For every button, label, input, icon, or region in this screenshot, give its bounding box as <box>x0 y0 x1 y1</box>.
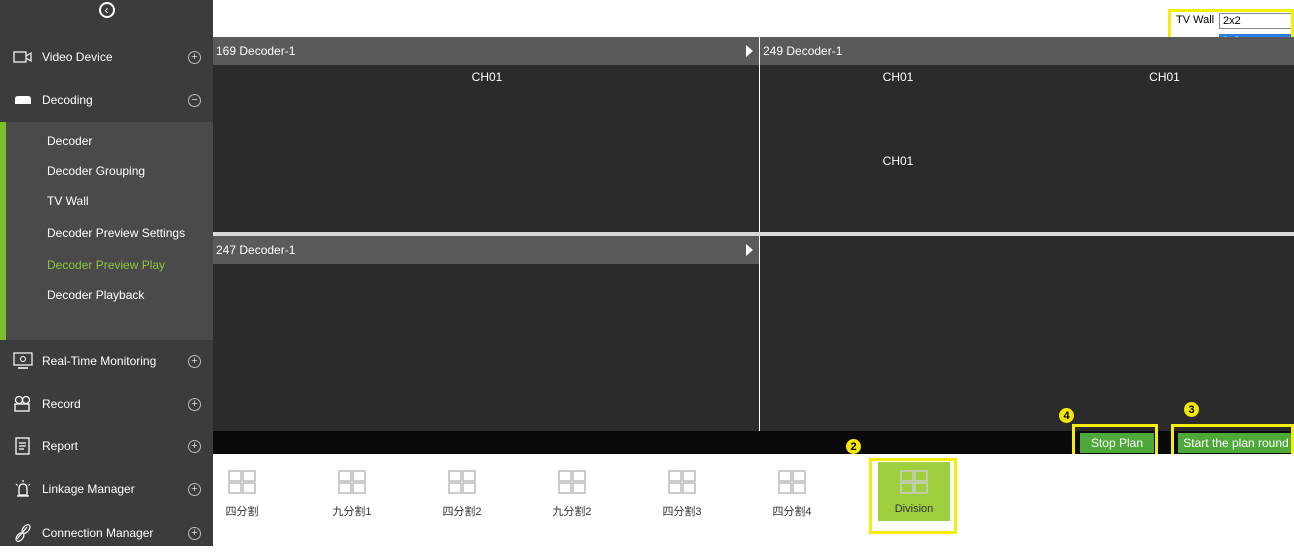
decoding-submenu: Decoder Decoder Grouping TV Wall Decoder… <box>0 122 213 340</box>
collapse-sidebar-button[interactable]: ‹ <box>0 0 213 36</box>
submenu-decoder-preview-play[interactable]: Decoder Preview Play <box>47 258 165 272</box>
decoder-icon <box>12 89 34 111</box>
top-bar <box>213 0 1294 36</box>
video-cell[interactable]: CH01 <box>763 67 1033 149</box>
submenu-decoder-preview-settings[interactable]: Decoder Preview Settings <box>47 226 185 240</box>
nav-decoding[interactable]: Decoding − <box>0 81 213 119</box>
panel-title: 247 Decoder-1 <box>216 243 296 257</box>
split-mode-four-3[interactable]: 四分割3 <box>647 468 717 519</box>
expand-icon[interactable]: + <box>188 50 201 64</box>
play-arrow-icon[interactable] <box>746 45 753 57</box>
nav-connection-manager[interactable]: Connection Manager + <box>0 514 213 552</box>
mode-label: 四分割4 <box>772 506 812 518</box>
nav-label: Linkage Manager <box>42 482 135 496</box>
play-arrow-icon[interactable] <box>746 244 753 256</box>
camera-icon <box>12 46 34 68</box>
highlight-box-2 <box>869 458 957 534</box>
submenu-decoder-grouping[interactable]: Decoder Grouping <box>47 164 145 178</box>
video-cell[interactable] <box>216 348 486 431</box>
channel-label: CH01 <box>882 154 914 168</box>
monitor-icon <box>12 350 34 372</box>
mode-label: 四分割2 <box>442 506 482 518</box>
split-mode-four-1[interactable]: 四分割 <box>207 468 277 519</box>
decoder-panel-169: 169 Decoder-1 CH01 <box>213 37 759 232</box>
decoder-panel-249: 249 Decoder-1 CH01 CH01 CH01 <box>760 37 1294 232</box>
grid-icon <box>558 470 586 494</box>
split-mode-tray: 四分割 九分割1 四分割2 九分割2 四分割3 四分割4 Division <box>213 454 1294 546</box>
nav-label: Real-Time Monitoring <box>42 354 157 368</box>
grid-icon <box>668 470 696 494</box>
grid-icon <box>778 470 806 494</box>
panel-header: 247 Decoder-1 <box>213 236 759 264</box>
video-cell[interactable] <box>1035 151 1294 232</box>
grid-icon <box>228 470 256 494</box>
sidebar: ‹ Video Device + Decoding − Decoder Deco… <box>0 0 213 546</box>
expand-icon[interactable]: + <box>188 526 201 540</box>
video-cell[interactable]: CH01 <box>763 151 1033 232</box>
link-icon <box>12 522 34 544</box>
mode-label: 九分割2 <box>552 506 592 518</box>
nav-report[interactable]: Report + <box>0 427 213 465</box>
submenu-decoder[interactable]: Decoder <box>47 134 92 148</box>
split-mode-four-4[interactable]: 四分割4 <box>757 468 827 519</box>
video-cell[interactable]: CH01 <box>216 67 758 232</box>
nav-video-device[interactable]: Video Device + <box>0 38 213 76</box>
expand-icon[interactable]: + <box>188 354 201 368</box>
nav-label: Report <box>42 439 79 453</box>
channel-label: CH01 <box>471 70 503 84</box>
mode-label: 四分割 <box>225 506 259 518</box>
callout-badge-3: 3 <box>1184 402 1199 417</box>
callout-badge-4: 4 <box>1059 408 1074 423</box>
split-mode-nine-2[interactable]: 九分割2 <box>537 468 607 519</box>
mode-label: 九分割1 <box>332 506 372 518</box>
grid-icon <box>448 470 476 494</box>
panel-header: 249 Decoder-1 <box>760 37 1294 65</box>
split-mode-nine-1[interactable]: 九分割1 <box>317 468 387 519</box>
submenu-decoder-playback[interactable]: Decoder Playback <box>47 288 144 302</box>
channel-label: CH01 <box>1149 70 1180 84</box>
nav-label: Decoding <box>42 93 93 107</box>
collapse-icon[interactable]: − <box>188 93 201 107</box>
nav-real-time-monitoring[interactable]: Real-Time Monitoring + <box>0 342 213 380</box>
nav-record[interactable]: Record + <box>0 385 213 423</box>
nav-label: Record <box>42 397 81 411</box>
grid-icon <box>338 470 366 494</box>
video-cell[interactable] <box>216 266 486 346</box>
submenu-tv-wall[interactable]: TV Wall <box>47 194 89 208</box>
report-icon <box>12 435 34 457</box>
record-icon <box>12 393 34 415</box>
expand-icon[interactable]: + <box>188 482 201 496</box>
nav-label: Video Device <box>42 50 113 64</box>
split-mode-four-2[interactable]: 四分割2 <box>427 468 497 519</box>
decoder-panel-247: 247 Decoder-1 <box>213 236 759 431</box>
callout-badge-2: 2 <box>846 439 861 454</box>
nav-label: Connection Manager <box>42 526 154 540</box>
video-cell[interactable]: CH01 <box>1035 67 1294 149</box>
alarm-icon <box>12 478 34 500</box>
panel-title: 249 Decoder-1 <box>763 44 843 58</box>
expand-icon[interactable]: + <box>188 397 201 411</box>
panel-header: 169 Decoder-1 <box>213 37 759 65</box>
nav-linkage-manager[interactable]: Linkage Manager + <box>0 470 213 508</box>
expand-icon[interactable]: + <box>188 439 201 453</box>
empty-panel[interactable] <box>760 236 1294 431</box>
chevron-left-icon: ‹ <box>98 2 115 18</box>
mode-label: 四分割3 <box>662 506 702 518</box>
video-cell[interactable] <box>488 266 759 346</box>
panel-title: 169 Decoder-1 <box>216 44 296 58</box>
video-cell[interactable] <box>488 348 759 431</box>
channel-label: CH01 <box>882 70 914 84</box>
